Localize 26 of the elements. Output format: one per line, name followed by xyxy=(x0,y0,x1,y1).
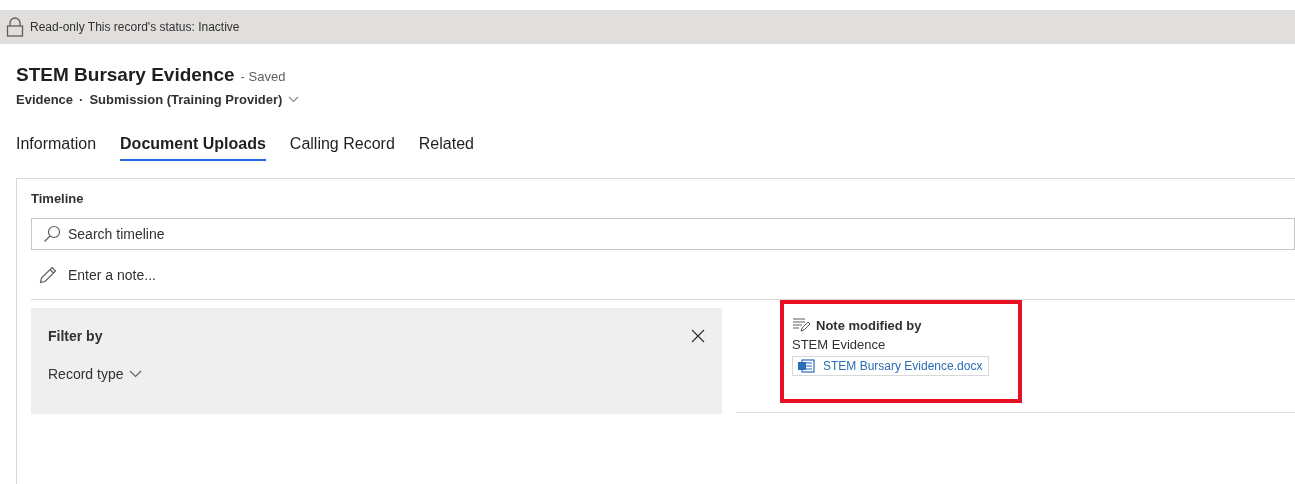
save-status: - Saved xyxy=(240,69,286,84)
record-type-dropdown[interactable]: Record type xyxy=(48,366,143,382)
close-button[interactable] xyxy=(691,329,705,343)
tab[interactable]: Calling Record xyxy=(289,131,395,161)
entity-name: Evidence xyxy=(16,92,74,107)
chevron-down-icon xyxy=(129,370,143,378)
chevron-down-icon[interactable] xyxy=(288,96,300,103)
lock-icon xyxy=(6,17,24,37)
document-icon xyxy=(797,359,815,373)
tab[interactable]: Document Uploads xyxy=(120,131,266,161)
tab[interactable]: Information xyxy=(16,131,97,161)
form-selector[interactable]: Submission (Training Provider) xyxy=(89,92,283,107)
record-title: STEM Bursary Evidence xyxy=(16,64,235,86)
note-author: STEM Evidence xyxy=(792,337,887,352)
tab[interactable]: Related xyxy=(418,131,474,161)
filter-title: Filter by xyxy=(48,328,103,344)
separator: · xyxy=(79,92,84,107)
search-field[interactable]: Search timeline xyxy=(31,218,1295,250)
close-icon xyxy=(691,329,705,343)
note-title: Note modified by xyxy=(816,317,922,333)
attachment-link[interactable]: STEM Bursary Evidence.docx xyxy=(792,356,990,376)
search-icon xyxy=(43,225,61,243)
note-icon xyxy=(792,317,810,333)
notice-text: Read-only This record's status: Inactive xyxy=(30,20,240,34)
timeline-title: Timeline xyxy=(31,191,85,206)
pencil-icon xyxy=(39,266,57,284)
